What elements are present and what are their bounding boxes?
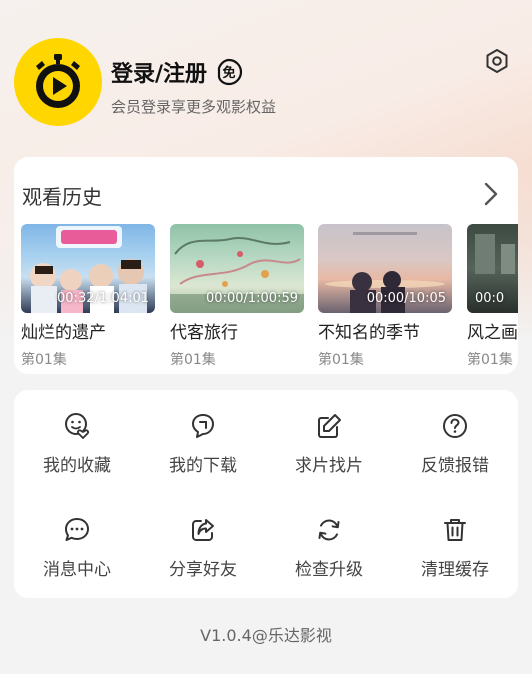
history-progress: 00:0 <box>475 291 505 306</box>
login-title-text: 登录/注册 <box>111 62 208 87</box>
settings-button[interactable] <box>483 47 511 75</box>
menu-clear-cache[interactable]: 清理缓存 <box>392 494 518 584</box>
share-icon <box>192 519 214 541</box>
history-progress: 00:32/1:04:01 <box>57 291 149 306</box>
history-thumbnail: 00:32/1:04:01 <box>21 224 155 313</box>
history-episode: 第01集 <box>170 352 216 368</box>
menu-update[interactable]: 检查升级 <box>266 494 392 584</box>
favorite-icon <box>65 413 89 439</box>
history-title: 风之画 <box>467 323 518 343</box>
watch-history-title: 观看历史 <box>22 185 102 209</box>
history-thumbnail: 00:0 <box>467 224 518 313</box>
history-item[interactable]: 00:0 风之画 第01集 <box>467 224 518 369</box>
version-text: V1.0.4@乐达影视 <box>200 626 332 645</box>
trash-icon <box>444 519 466 541</box>
menu-share[interactable]: 分享好友 <box>140 494 266 584</box>
menu-label: 我的收藏 <box>43 456 111 476</box>
chevron-right-icon <box>484 182 498 206</box>
history-progress: 00:00/1:00:59 <box>206 291 298 306</box>
refresh-icon <box>318 519 340 541</box>
stopwatch-play-icon <box>36 54 80 108</box>
function-menu-card: 我的收藏 我的下载 求片找片 反馈报错 消息中心 分享好友 检查升级 清理缓存 <box>14 390 518 598</box>
history-item[interactable]: 00:00/1:00:59 代客旅行 第01集 <box>170 224 304 369</box>
menu-label: 检查升级 <box>295 560 363 580</box>
menu-label: 求片找片 <box>295 456 363 476</box>
menu-feedback[interactable]: 反馈报错 <box>392 390 518 480</box>
message-icon <box>65 518 89 541</box>
avatar[interactable] <box>14 38 102 126</box>
history-title: 不知名的季节 <box>318 323 420 343</box>
history-item[interactable]: 00:00/10:05 不知名的季节 第01集 <box>318 224 452 369</box>
menu-label: 分享好友 <box>169 560 237 580</box>
free-badge: 免 <box>215 58 243 86</box>
help-icon <box>443 414 467 438</box>
menu-messages[interactable]: 消息中心 <box>14 494 140 584</box>
history-thumbnail: 00:00/1:00:59 <box>170 224 304 313</box>
header: 登录/注册 免 会员登录享更多观影权益 <box>0 0 532 150</box>
watch-history-more-button[interactable] <box>480 179 502 209</box>
login-register-link[interactable]: 登录/注册 免 <box>111 56 243 88</box>
menu-label: 消息中心 <box>43 560 111 580</box>
login-subtitle: 会员登录享更多观影权益 <box>111 98 277 116</box>
history-episode: 第01集 <box>21 352 67 368</box>
history-progress: 00:00/10:05 <box>366 291 446 306</box>
menu-label: 反馈报错 <box>421 456 489 476</box>
history-title: 灿烂的遗产 <box>21 323 106 343</box>
download-icon <box>192 414 214 438</box>
history-title: 代客旅行 <box>170 323 238 343</box>
history-item[interactable]: 00:32/1:04:01 灿烂的遗产 第01集 <box>21 224 155 369</box>
history-list: 00:32/1:04:01 灿烂的遗产 第01集 00:00/1:00:59 代… <box>21 224 518 374</box>
menu-label: 清理缓存 <box>421 560 489 580</box>
menu-favorites[interactable]: 我的收藏 <box>14 390 140 480</box>
edit-icon <box>318 414 341 438</box>
settings-icon <box>486 49 508 73</box>
menu-request[interactable]: 求片找片 <box>266 390 392 480</box>
svg-text:免: 免 <box>223 65 236 81</box>
history-thumbnail: 00:00/10:05 <box>318 224 452 313</box>
menu-downloads[interactable]: 我的下载 <box>140 390 266 480</box>
history-episode: 第01集 <box>318 352 364 368</box>
watch-history-card: 观看历史 00:32/1:04:01 灿烂的遗产 第01集 00:00/1:00… <box>14 157 518 374</box>
history-episode: 第01集 <box>467 352 513 368</box>
menu-label: 我的下载 <box>169 456 237 476</box>
